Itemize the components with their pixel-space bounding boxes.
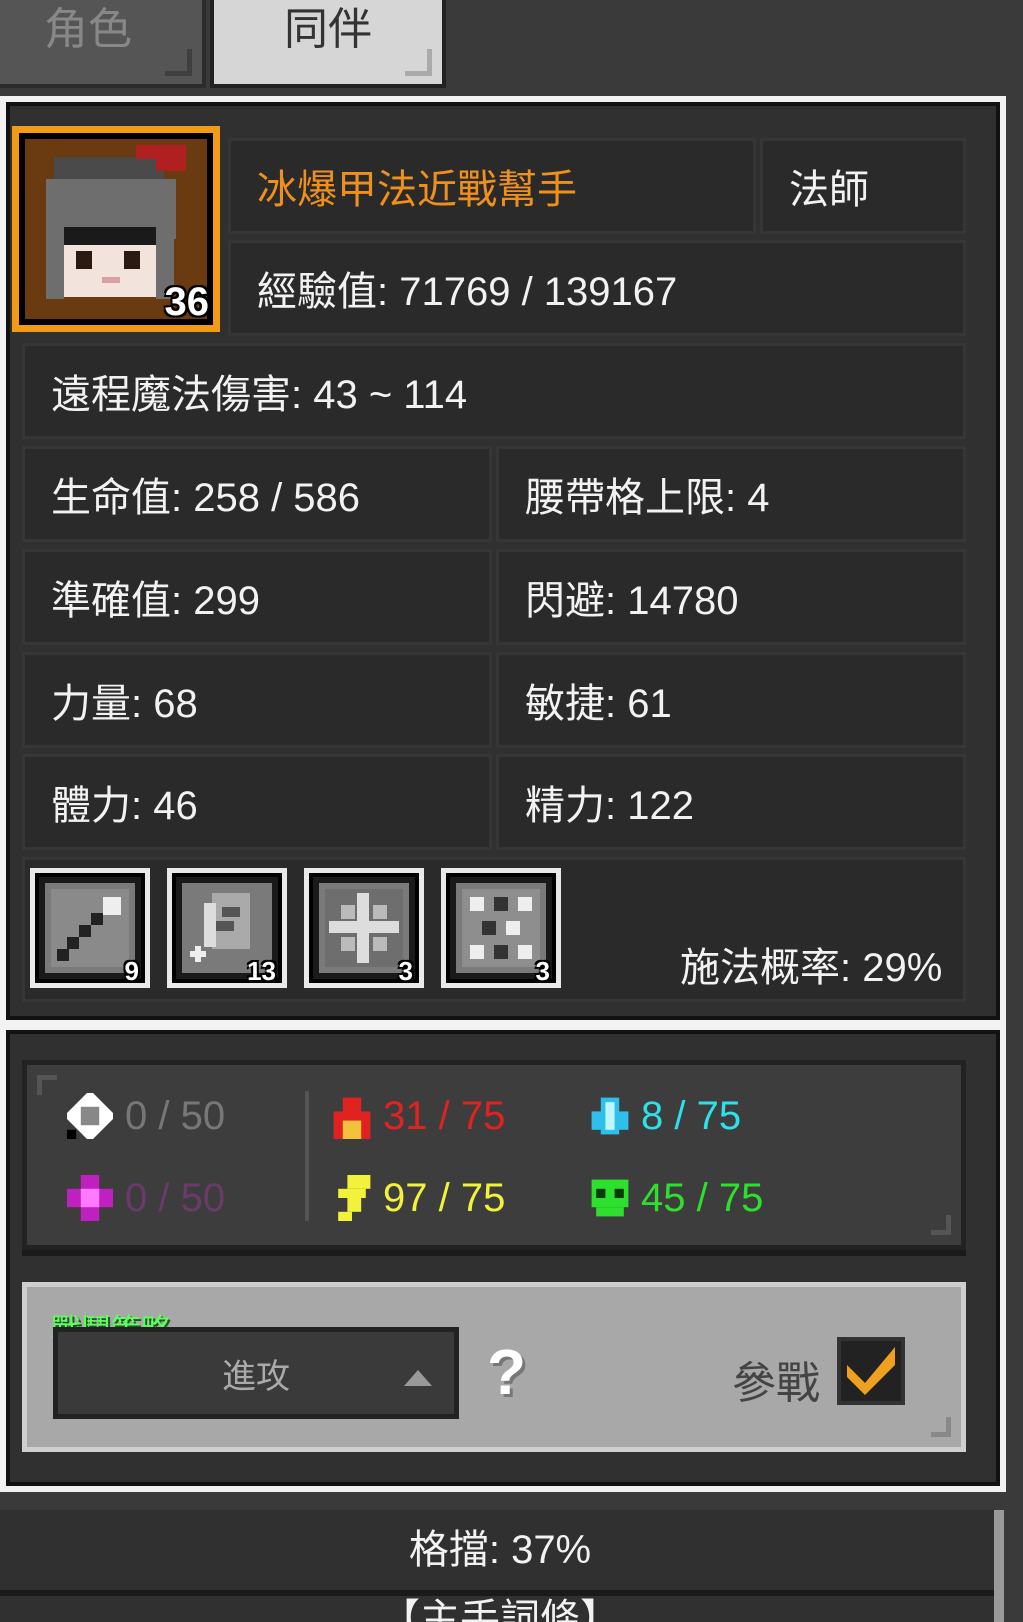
resist-fire: 31 / 75 xyxy=(329,1093,505,1139)
resist-magic: 0 / 50 xyxy=(67,1175,225,1221)
skill-slot-1-count: 9 xyxy=(124,956,139,986)
stat-belt: 腰帶格上限: 4 xyxy=(496,446,966,542)
fire-icon xyxy=(333,1097,371,1139)
stat-strength: 力量: 68 xyxy=(22,652,492,748)
main-hand-affix-header: 【主手詞條】 xyxy=(0,1596,1000,1622)
stat-hp: 生命值: 258 / 586 xyxy=(22,446,492,542)
stat-belt-text: 腰帶格上限: 4 xyxy=(525,476,770,520)
sword-icon xyxy=(67,1093,113,1139)
block-stat-text: 格擋: 37% xyxy=(408,1528,592,1572)
cast-chance: 施法概率: 29% xyxy=(680,946,943,990)
scrollbar[interactable] xyxy=(994,1510,1004,1622)
skill-slot-3-count: 3 xyxy=(398,956,413,986)
lightning-icon xyxy=(338,1175,371,1221)
poison-skull-icon xyxy=(591,1179,629,1217)
skill-slot-bg xyxy=(319,883,409,973)
combat-strategy-panel: 戰鬥策略 進攻 ? 參戰 xyxy=(22,1282,966,1452)
skill-slot-3[interactable]: 3 xyxy=(304,868,424,988)
resistance-panel: 0 / 50 0 / 50 31 / 75 97 / 75 8 / 75 45 … xyxy=(22,1060,966,1250)
participate-checkbox[interactable] xyxy=(837,1337,905,1405)
skill-slot-4-count: 3 xyxy=(535,956,550,986)
stat-accuracy: 準確值: 299 xyxy=(22,549,492,645)
skill-slot-bg xyxy=(456,883,546,973)
ranged-damage-cell: 遠程魔法傷害: 43 ~ 114 xyxy=(22,343,966,439)
experience-cell: 經驗值: 71769 / 139167 xyxy=(228,240,966,336)
resist-lightning-value: 97 / 75 xyxy=(383,1175,506,1220)
staff-icon xyxy=(51,889,129,967)
companion-name: 冰爆甲法近戰幫手 xyxy=(257,168,577,212)
skill-slot-2-count: 13 xyxy=(247,956,276,986)
resist-physical-value: 0 / 50 xyxy=(125,1093,226,1138)
stat-vitality-text: 體力: 46 xyxy=(51,784,198,828)
stat-agility-text: 敏捷: 61 xyxy=(525,682,672,726)
companion-class: 法師 xyxy=(789,168,869,212)
stat-strength-text: 力量: 68 xyxy=(51,682,198,726)
chevron-up-icon xyxy=(404,1370,432,1386)
stat-energy: 精力: 122 xyxy=(496,754,966,850)
resist-ice: 8 / 75 xyxy=(587,1093,741,1139)
strategy-selected: 進攻 xyxy=(222,1357,290,1396)
tab-corner xyxy=(405,49,432,76)
ranged-damage-text: 遠程魔法傷害: 43 ~ 114 xyxy=(51,373,468,417)
stat-dodge: 閃避: 14780 xyxy=(496,549,966,645)
stat-agility: 敏捷: 61 xyxy=(496,652,966,748)
tab-character[interactable]: 角色 xyxy=(0,0,206,88)
skill-slot-1[interactable]: 9 xyxy=(30,868,150,988)
resist-poison-value: 45 / 75 xyxy=(641,1175,764,1220)
help-button[interactable]: ? xyxy=(487,1335,526,1409)
panel-corner-decoration xyxy=(37,1075,57,1095)
magic-spark-icon xyxy=(67,1175,113,1221)
block-stat-row: 格擋: 37% xyxy=(0,1510,1000,1590)
companion-class-cell: 法師 xyxy=(760,138,966,234)
participate-label: 參戰 xyxy=(732,1359,820,1408)
stat-energy-text: 精力: 122 xyxy=(525,784,694,828)
stat-dodge-text: 閃避: 14780 xyxy=(525,579,739,623)
tab-corner xyxy=(165,49,192,76)
resist-fire-value: 31 / 75 xyxy=(383,1093,506,1138)
burst-icon xyxy=(325,889,403,967)
experience-text: 經驗值: 71769 / 139167 xyxy=(257,270,678,314)
stat-accuracy-text: 準確值: 299 xyxy=(51,579,260,623)
panel-corner-decoration xyxy=(931,1417,951,1437)
tab-companion[interactable]: 同伴 xyxy=(210,0,446,88)
skill-slot-bg xyxy=(45,883,135,973)
companion-level: 36 xyxy=(164,280,210,324)
skill-slot-2[interactable]: 13 xyxy=(167,868,287,988)
panel-corner-decoration xyxy=(931,1215,951,1235)
tab-character-label: 角色 xyxy=(44,5,132,54)
checkmark-icon xyxy=(847,1347,895,1395)
stat-vitality: 體力: 46 xyxy=(22,754,492,850)
companion-name-cell: 冰爆甲法近戰幫手 xyxy=(228,138,756,234)
companion-portrait[interactable]: 36 xyxy=(12,126,220,332)
skill-slot-4[interactable]: 3 xyxy=(441,868,561,988)
ice-crystal-icon xyxy=(591,1097,629,1135)
rune-icon xyxy=(462,889,540,967)
stat-hp-text: 生命值: 258 / 586 xyxy=(51,476,361,520)
resist-lightning: 97 / 75 xyxy=(329,1175,505,1221)
resistance-divider xyxy=(305,1091,309,1221)
resist-physical: 0 / 50 xyxy=(67,1093,225,1139)
tab-companion-label: 同伴 xyxy=(284,5,372,54)
resist-ice-value: 8 / 75 xyxy=(641,1093,742,1138)
strategy-dropdown[interactable]: 進攻 xyxy=(53,1327,459,1419)
resist-magic-value: 0 / 50 xyxy=(125,1175,226,1220)
resist-poison: 45 / 75 xyxy=(587,1175,763,1221)
main-hand-affix-text: 【主手詞條】 xyxy=(380,1597,620,1622)
